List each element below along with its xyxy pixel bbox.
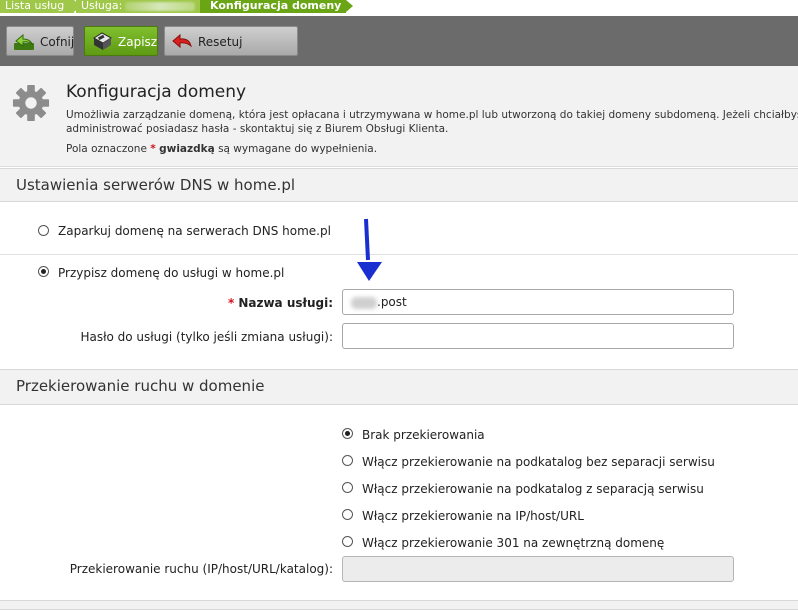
gear-icon [12,84,50,122]
green-back-arrow-icon [14,33,34,50]
red-undo-arrow-icon [172,33,192,49]
redacted-service-name [125,1,196,11]
next-section-header [0,600,798,610]
radio-redirect-301-external[interactable] [342,536,353,547]
floppy-disk-icon [93,32,112,50]
page-header: Konfiguracja domeny Umożliwia zarządzani… [0,66,798,167]
service-password-label: Hasło do usługi (tylko jeśli zmiana usłu… [80,330,333,344]
breadcrumb-item-label: Usługa: [81,0,123,12]
redirect-target-input[interactable] [342,556,734,582]
radio-redirect-ip-host-url[interactable] [342,509,353,520]
redacted-text [351,296,377,309]
radio-redirect-301-external-label[interactable]: Włącz przekierowanie 301 na zewnętrzną d… [362,536,664,550]
radio-redirect-ip-host-url-label[interactable]: Włącz przekierowanie na IP/host/URL [362,509,584,523]
redirect-target-label: Przekierowanie ruchu (IP/host/URL/katalo… [69,562,333,576]
required-note-prefix: Pola oznaczone [66,143,147,155]
service-name-value: .post [377,295,407,309]
radio-assign-domain[interactable] [38,266,49,277]
dns-section-title: Ustawienia serwerów DNS w home.pl [16,176,296,194]
service-password-input[interactable] [342,323,734,349]
reset-settings-button[interactable]: Resetuj ustawienia [164,26,298,79]
back-button-label: Cofnij [40,35,75,49]
toolbar: Cofnij Zapisz Resetuj ustawienia [0,16,798,79]
radio-redirect-subdir-no-separation-label[interactable]: Włącz przekierowanie na podkatalog bez s… [362,455,715,469]
service-name-label-text: Nazwa usługi: [238,296,333,310]
breadcrumb-item-label: Lista usług [5,0,65,12]
breadcrumb-item-current: Konfiguracja domeny [200,0,353,13]
breadcrumb-item-label: Konfiguracja domeny [210,0,342,12]
annotation-arrow-icon [357,218,382,281]
save-button[interactable]: Zapisz [84,26,158,56]
radio-park-domain-label[interactable]: Zaparkuj domenę na serwerach DNS home.pl [58,224,331,238]
breadcrumb: Lista usług Usługa: Konfiguracja domeny [0,0,798,14]
radio-redirect-subdir-separation-label[interactable]: Włącz przekierowanie na podkatalog z sep… [362,482,704,496]
radio-assign-domain-label[interactable]: Przypisz domenę do usługi w home.pl [58,266,284,280]
radio-park-domain[interactable] [38,225,49,236]
required-fields-note: Pola oznaczone * gwiazdką są wymagane do… [66,143,377,155]
redirect-section-title: Przekierowanie ruchu w domenie [16,377,265,395]
back-button[interactable]: Cofnij [6,26,74,56]
required-star: * [150,143,156,155]
required-note-word: gwiazdką [159,143,215,155]
service-name-label: * Nazwa usługi: [0,296,333,310]
save-button-label: Zapisz [118,35,158,49]
service-name-input[interactable]: .post [342,289,734,315]
required-star: * [228,296,235,310]
radio-no-redirect-label[interactable]: Brak przekierowania [362,428,485,442]
divider [0,254,798,255]
redirect-section-header: Przekierowanie ruchu w domenie [0,369,798,405]
breadcrumb-item-service[interactable]: Usługa: [76,0,211,13]
radio-redirect-subdir-separation[interactable] [342,482,353,493]
radio-no-redirect[interactable] [342,428,353,439]
page-description: Umożliwia zarządzanie domeną, która jest… [66,109,798,135]
page-title: Konfiguracja domeny [66,82,247,102]
breadcrumb-item-service-list[interactable]: Lista usług [0,0,81,13]
dns-section-header: Ustawienia serwerów DNS w home.pl [0,168,798,202]
radio-redirect-subdir-no-separation[interactable] [342,455,353,466]
required-note-suffix: są wymagane do wypełnienia. [218,143,378,155]
